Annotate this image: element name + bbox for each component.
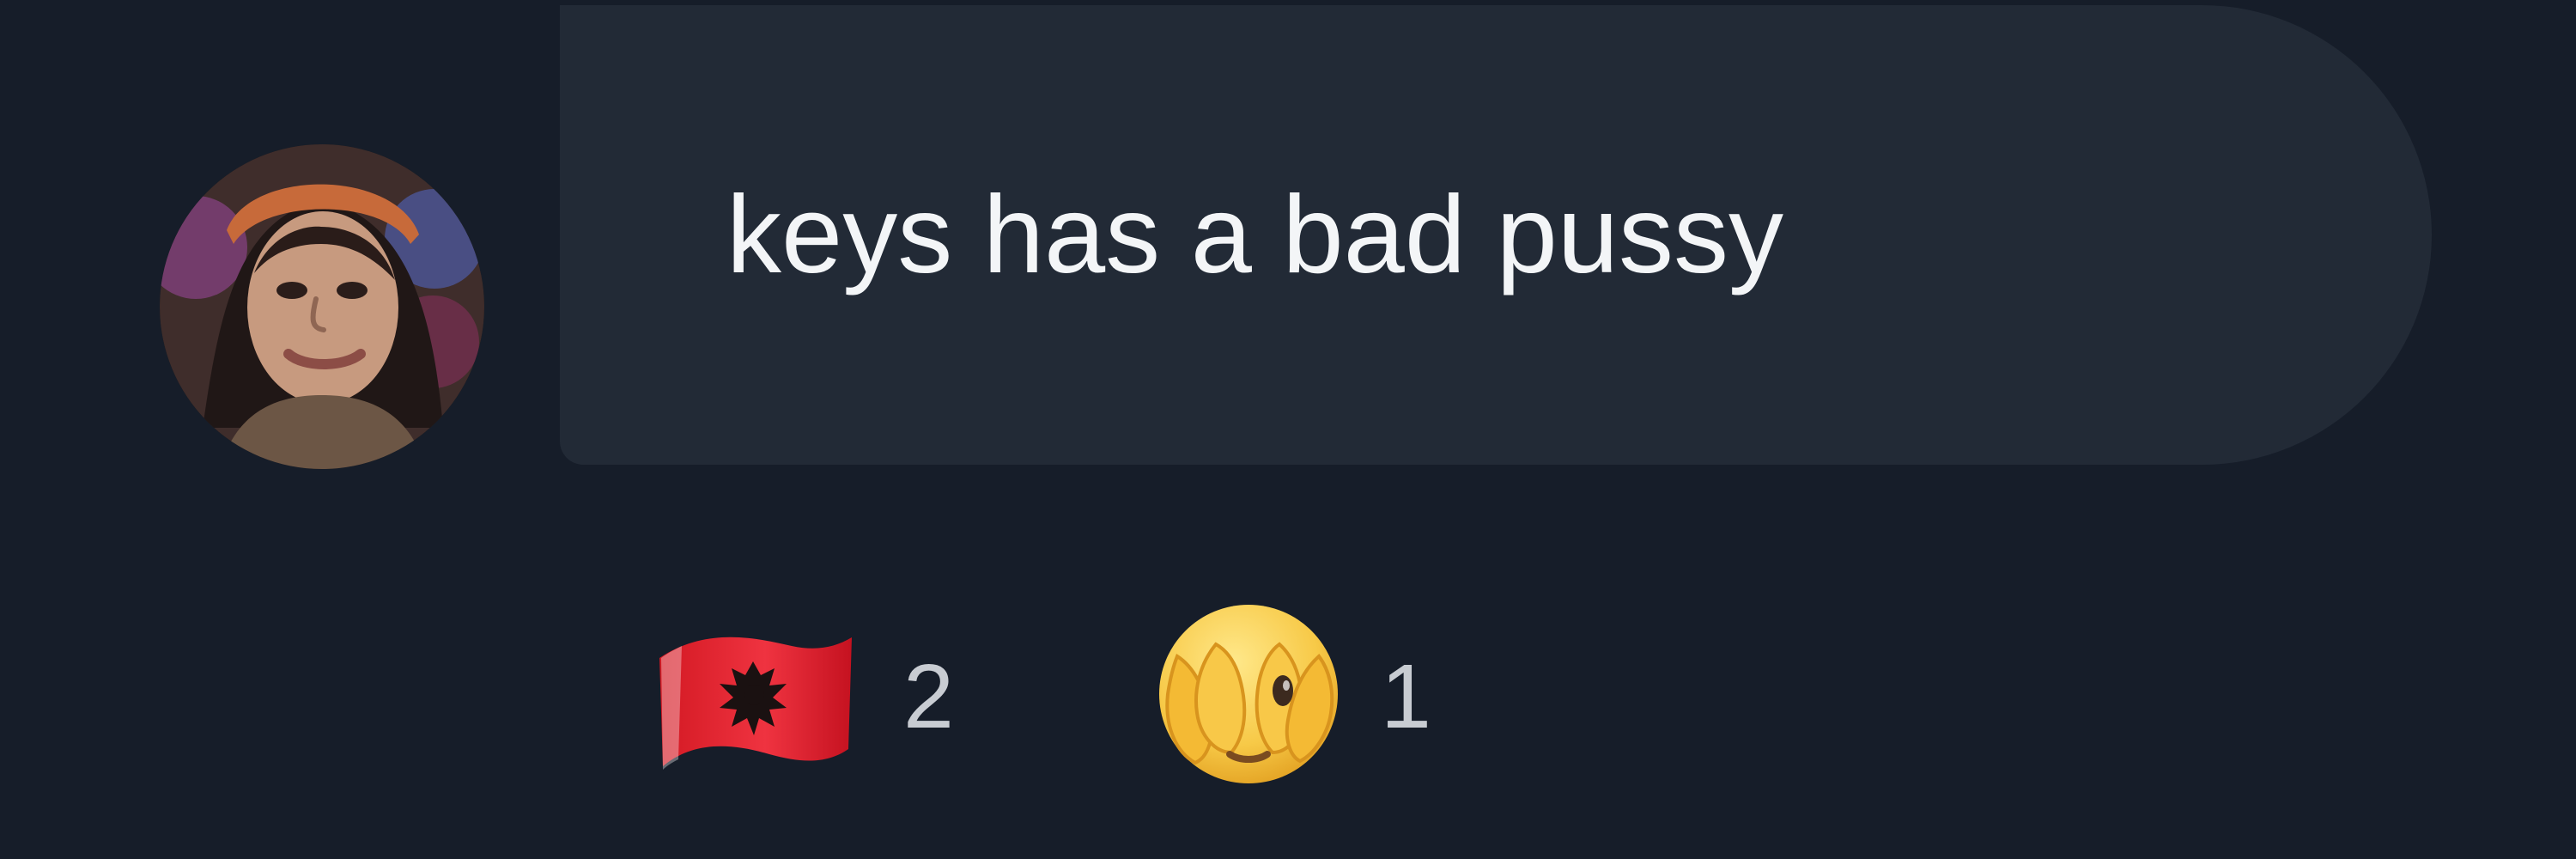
reaction-albania-flag-count: 2 (903, 646, 954, 747)
avatar[interactable] (160, 144, 484, 469)
reaction-face-covering-eyes-count: 1 (1381, 646, 1431, 747)
avatar-photo (160, 144, 484, 469)
face-covering-eyes-icon (1159, 605, 1338, 783)
comment-text: keys has a bad pussy (726, 174, 1783, 296)
albania-flag-icon (659, 637, 852, 770)
comment-thread: keys has a bad pussy 2 1 (0, 0, 2576, 859)
reaction-face-covering-eyes[interactable]: 1 (1147, 605, 1431, 783)
reaction-albania-flag[interactable]: 2 (646, 608, 954, 780)
